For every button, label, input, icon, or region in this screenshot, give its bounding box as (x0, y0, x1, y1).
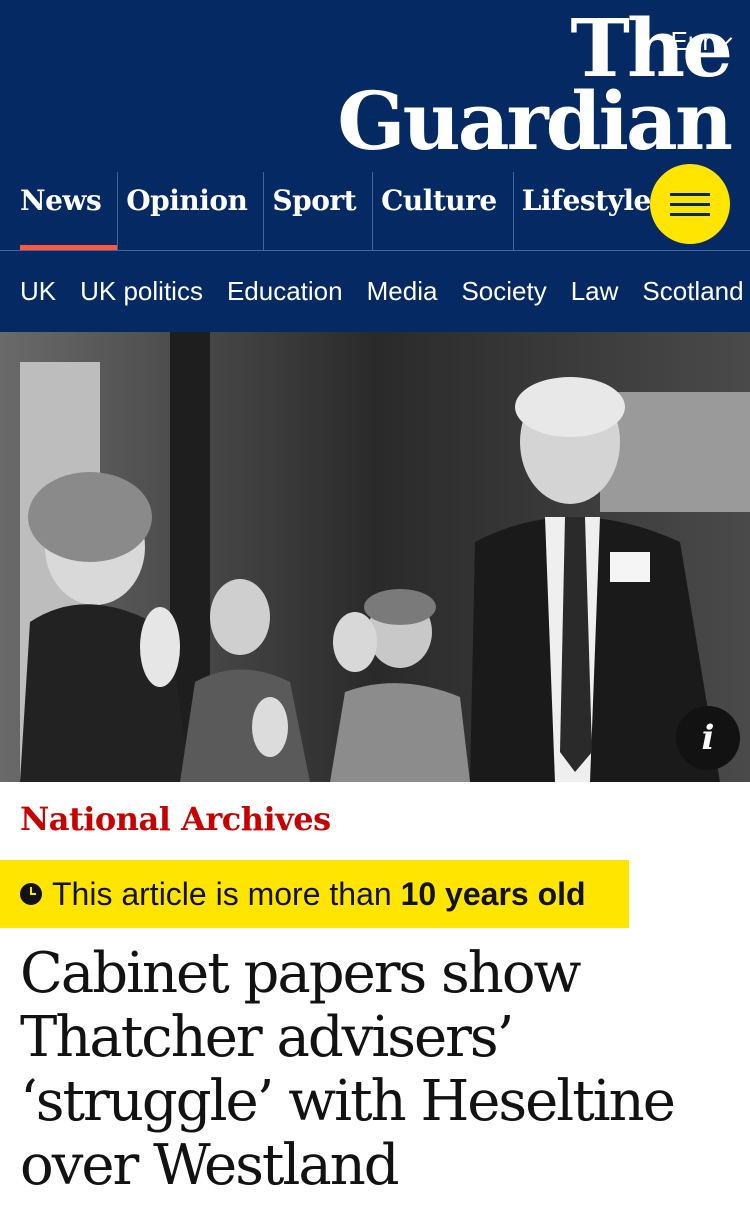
clock-icon (20, 883, 42, 905)
age-warning-bold: 10 years old (400, 875, 586, 912)
info-icon[interactable]: i (676, 706, 740, 770)
subnav-item-law[interactable]: Law (571, 276, 619, 307)
hamburger-icon-line (670, 192, 710, 196)
subnav-item-media[interactable]: Media (367, 276, 438, 307)
hamburger-icon-line (670, 202, 710, 206)
sub-navigation: UK UK politics Education Media Society L… (0, 251, 750, 332)
guardian-logo[interactable]: The Guardian (337, 8, 733, 168)
subnav-item-society[interactable]: Society (461, 276, 546, 307)
subnav-item-scotland[interactable]: Scotland (642, 276, 743, 307)
pillar-lifestyle[interactable]: Lifestyle (512, 172, 667, 251)
pillar-nav: News Opinion Sport Culture Lifestyle (0, 172, 667, 251)
subnav-item-uk[interactable]: UK (20, 276, 56, 307)
menu-button[interactable] (650, 164, 730, 244)
article-main-photo (0, 332, 750, 782)
pillar-news[interactable]: News (0, 172, 118, 251)
age-warning-banner: This article is more than 10 years old (0, 860, 629, 928)
header-divider (0, 250, 750, 251)
logo-line-2: Guardian (337, 74, 733, 168)
article-kicker[interactable]: National Archives (20, 800, 750, 838)
pillar-sport[interactable]: Sport (263, 172, 372, 251)
subnav-item-education[interactable]: Education (227, 276, 343, 307)
article-headline: Cabinet papers show Thatcher advisers’ ‘… (20, 941, 676, 1198)
subnav-item-uk-politics[interactable]: UK politics (80, 276, 203, 307)
site-header: Eur The Guardian News Opinion Sport Cult… (0, 0, 750, 251)
photo-illustration (0, 332, 750, 782)
age-warning-prefix: This article is more than (52, 875, 401, 912)
pillar-opinion[interactable]: Opinion (117, 172, 263, 251)
hamburger-icon-line (670, 212, 710, 216)
pillar-culture[interactable]: Culture (372, 172, 513, 251)
